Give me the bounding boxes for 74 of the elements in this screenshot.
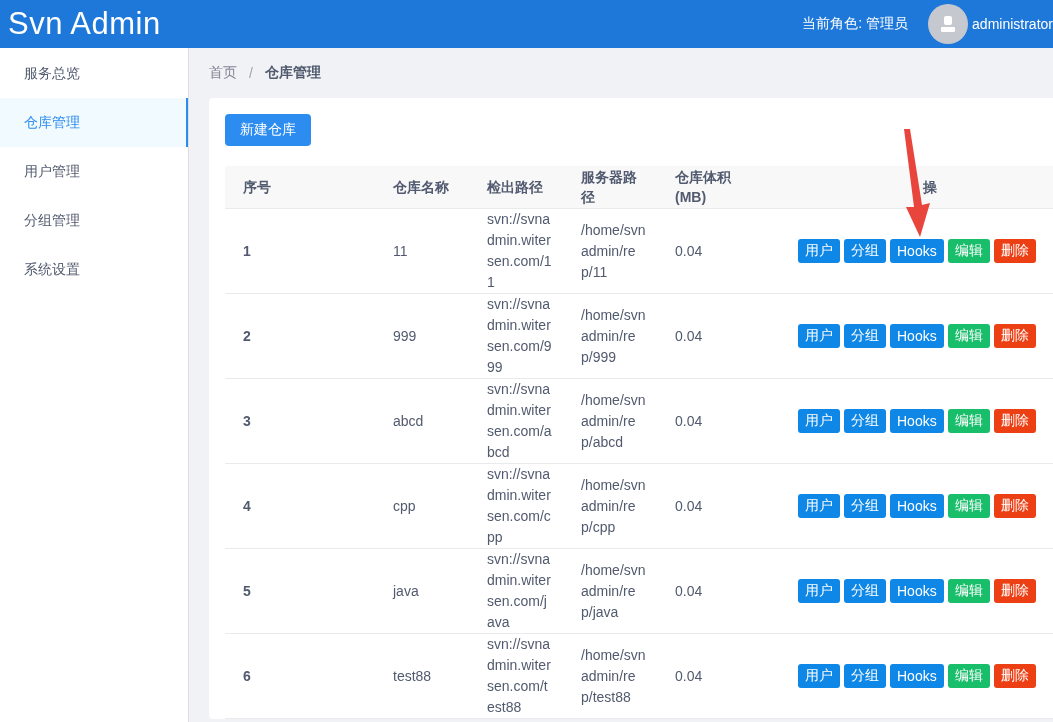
table-cell: cpp <box>375 463 469 549</box>
current-role: 当前角色: 管理员 <box>802 15 909 33</box>
action-button[interactable]: 编辑 <box>947 409 990 433</box>
sidebar-item[interactable]: 服务总览 <box>0 49 188 98</box>
action-button[interactable]: Hooks <box>890 324 944 348</box>
action-button[interactable]: 编辑 <box>947 324 990 348</box>
table-cell: 6 <box>225 633 375 719</box>
action-button[interactable]: 用户 <box>798 324 840 348</box>
action-button[interactable]: 删除 <box>993 239 1036 263</box>
action-button[interactable]: Hooks <box>890 239 944 263</box>
table-cell: 3 <box>225 378 375 464</box>
table-cell: 0.04 <box>657 548 780 634</box>
table-cell: 0.04 <box>657 378 780 464</box>
breadcrumb-separator: / <box>249 65 253 81</box>
column-header: 检出路径 <box>469 166 563 209</box>
action-button[interactable]: 用户 <box>798 579 840 603</box>
action-button[interactable]: 分组 <box>844 579 886 603</box>
username[interactable]: administrator <box>972 16 1053 32</box>
table-cell: /home/svnadmin/rep/test88 <box>563 633 657 719</box>
table-cell: 0.04 <box>657 293 780 379</box>
table-cell: java <box>375 548 469 634</box>
action-button[interactable]: 删除 <box>993 579 1036 603</box>
column-header: 服务器路径 <box>563 166 657 209</box>
action-button[interactable]: 分组 <box>844 409 886 433</box>
action-button[interactable]: 删除 <box>993 324 1036 348</box>
table-cell: 11 <box>375 208 469 294</box>
column-header: 操 <box>780 166 1053 209</box>
avatar-icon[interactable] <box>928 4 969 44</box>
action-button[interactable]: 用户 <box>798 494 840 518</box>
action-button[interactable]: Hooks <box>890 494 944 518</box>
column-header: 序号 <box>225 166 375 209</box>
sidebar-item[interactable]: 用户管理 <box>0 147 188 196</box>
table-cell: /home/svnadmin/rep/cpp <box>563 463 657 549</box>
table-cell: 0.04 <box>657 463 780 549</box>
breadcrumb-link[interactable]: 首页 <box>209 64 237 82</box>
action-button[interactable]: 编辑 <box>947 494 990 518</box>
action-button[interactable]: 分组 <box>844 494 886 518</box>
action-button[interactable]: 编辑 <box>947 579 990 603</box>
table-cell: 0.04 <box>657 633 780 719</box>
action-button[interactable]: Hooks <box>890 664 944 688</box>
action-button[interactable]: 分组 <box>844 664 886 688</box>
action-button[interactable]: 删除 <box>993 664 1036 688</box>
table-cell: 2 <box>225 293 375 379</box>
action-button[interactable]: 分组 <box>844 239 886 263</box>
table-cell: /home/svnadmin/rep/11 <box>563 208 657 294</box>
sidebar-item[interactable]: 系统设置 <box>0 245 188 294</box>
table-cell: abcd <box>375 378 469 464</box>
table-cell: 999 <box>375 293 469 379</box>
table-cell: /home/svnadmin/rep/abcd <box>563 378 657 464</box>
table-cell: 0.04 <box>657 208 780 294</box>
table-cell: /home/svnadmin/rep/java <box>563 548 657 634</box>
table-cell: /home/svnadmin/rep/999 <box>563 293 657 379</box>
breadcrumb-current: 仓库管理 <box>264 64 321 82</box>
action-button[interactable]: 分组 <box>844 324 886 348</box>
sidebar-item[interactable]: 分组管理 <box>0 196 188 245</box>
action-button[interactable]: Hooks <box>890 409 944 433</box>
action-button[interactable]: 用户 <box>798 239 840 263</box>
table-cell: 4 <box>225 463 375 549</box>
action-button[interactable]: 用户 <box>798 664 840 688</box>
new-repository-button[interactable]: 新建仓库 <box>225 114 311 146</box>
action-button[interactable]: 编辑 <box>947 239 990 263</box>
table-cell: test88 <box>375 633 469 719</box>
action-button[interactable]: 用户 <box>798 409 840 433</box>
action-button[interactable]: 删除 <box>993 409 1036 433</box>
action-button[interactable]: 删除 <box>993 494 1036 518</box>
column-header: 仓库名称 <box>375 166 469 209</box>
app-logo: Svn Admin <box>8 6 162 42</box>
table-cell: svn://svnadmin.witersen.com/test88 <box>469 633 563 719</box>
action-button[interactable]: Hooks <box>890 579 944 603</box>
sidebar-item[interactable]: 仓库管理 <box>0 98 188 147</box>
table-cell: 5 <box>225 548 375 634</box>
column-header: 仓库体积 (MB) <box>657 166 780 209</box>
table-cell: 1 <box>225 208 375 294</box>
action-button[interactable]: 编辑 <box>947 664 990 688</box>
